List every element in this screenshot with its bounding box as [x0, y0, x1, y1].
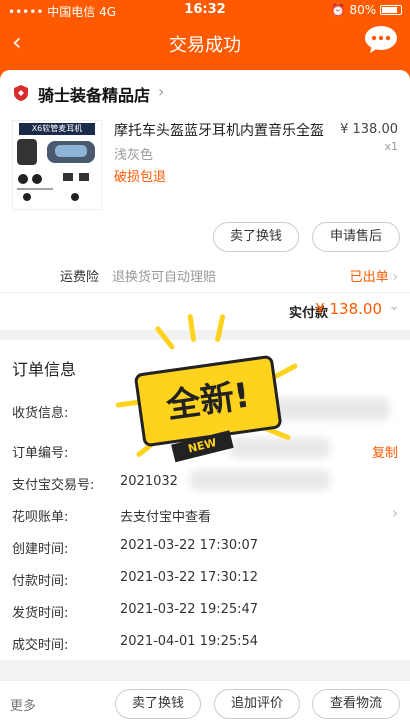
- shipped-time: 2021-03-22 19:25:47: [120, 602, 259, 617]
- row-label-address: 收货信息:: [12, 406, 69, 421]
- insurance-label: 运费险: [60, 270, 100, 285]
- row-label-shipped: 发货时间:: [12, 606, 69, 621]
- created-time: 2021-03-22 17:30:07: [120, 538, 259, 553]
- divider: [0, 292, 410, 293]
- row-label-created: 创建时间:: [12, 542, 69, 557]
- insurance-status-text: 已出单: [349, 270, 389, 285]
- row-label-order-no: 订单编号:: [12, 446, 69, 461]
- sticker-box: 全新!: [133, 354, 283, 448]
- row-label-paid: 付款时间:: [12, 574, 69, 589]
- product-price: ¥ 138.00: [340, 122, 398, 137]
- chevron-down-icon[interactable]: ⌄: [388, 298, 400, 314]
- after-sale-button[interactable]: 申请售后: [312, 222, 400, 252]
- sticker-ray: [154, 325, 176, 351]
- sticker-text: 全新!: [163, 375, 253, 427]
- sell-button[interactable]: 卖了换钱: [213, 222, 299, 252]
- chevron-right-icon: ›: [392, 270, 398, 285]
- chevron-right-icon[interactable]: ›: [392, 504, 398, 522]
- more-button[interactable]: 更多: [10, 695, 36, 714]
- product-variant: 浅灰色: [114, 148, 154, 163]
- product-quantity: x1: [384, 140, 398, 153]
- message-icon[interactable]: [364, 24, 398, 54]
- view-logistics-button[interactable]: 查看物流: [312, 689, 400, 719]
- row-label-completed: 成交时间:: [12, 638, 69, 653]
- shop-logo-icon: [14, 85, 28, 101]
- row-label-alipay: 支付宝交易号:: [12, 478, 95, 493]
- headset-image: [17, 139, 95, 201]
- copy-button[interactable]: 复制: [372, 442, 398, 461]
- insurance-note: 退换货可自动理赔: [112, 270, 217, 285]
- alarm-icon: ⏰: [330, 3, 346, 17]
- thumb-caption: X6软管麦耳机: [19, 123, 95, 135]
- shop-name[interactable]: 骑士装备精品店: [38, 82, 150, 106]
- add-review-button[interactable]: 追加评价: [214, 689, 300, 719]
- status-right: ⏰ 80%: [331, 3, 402, 17]
- battery-percent: 80%: [349, 3, 377, 17]
- row-label-huabei: 花呗账单:: [12, 510, 69, 525]
- sticker-ray: [214, 313, 226, 343]
- page-title: 交易成功: [169, 35, 241, 56]
- paid-time: 2021-03-22 17:30:12: [120, 570, 259, 585]
- new-sticker: 全新! NEW: [98, 307, 318, 493]
- nav-bar: ‹ 交易成功: [0, 22, 410, 66]
- completed-time: 2021-04-01 19:25:54: [120, 634, 259, 649]
- total-value: ¥ 138.00: [315, 300, 382, 318]
- service-tag: 破损包退: [114, 170, 167, 185]
- bottom-action-bar: 更多 卖了换钱 追加评价 查看物流: [0, 680, 410, 728]
- status-bar: ••••• 中国电信 4G 16:32 ⏰ 80%: [0, 0, 410, 22]
- product-thumbnail[interactable]: X6软管麦耳机: [12, 120, 102, 210]
- huabei-link[interactable]: 去支付宝中查看: [120, 506, 211, 525]
- order-card: 骑士装备精品店 › X6软管麦耳机 摩托车头盔蓝牙耳机内置音乐全盔 ¥ 138.…: [0, 70, 410, 330]
- insurance-status[interactable]: 已出单 ›: [350, 266, 398, 285]
- sell-button-bottom[interactable]: 卖了换钱: [115, 689, 201, 719]
- battery-icon: [380, 5, 402, 15]
- product-title[interactable]: 摩托车头盔蓝牙耳机内置音乐全盔: [114, 120, 324, 140]
- chevron-right-icon[interactable]: ›: [158, 82, 164, 101]
- order-info-title: 订单信息: [12, 360, 77, 379]
